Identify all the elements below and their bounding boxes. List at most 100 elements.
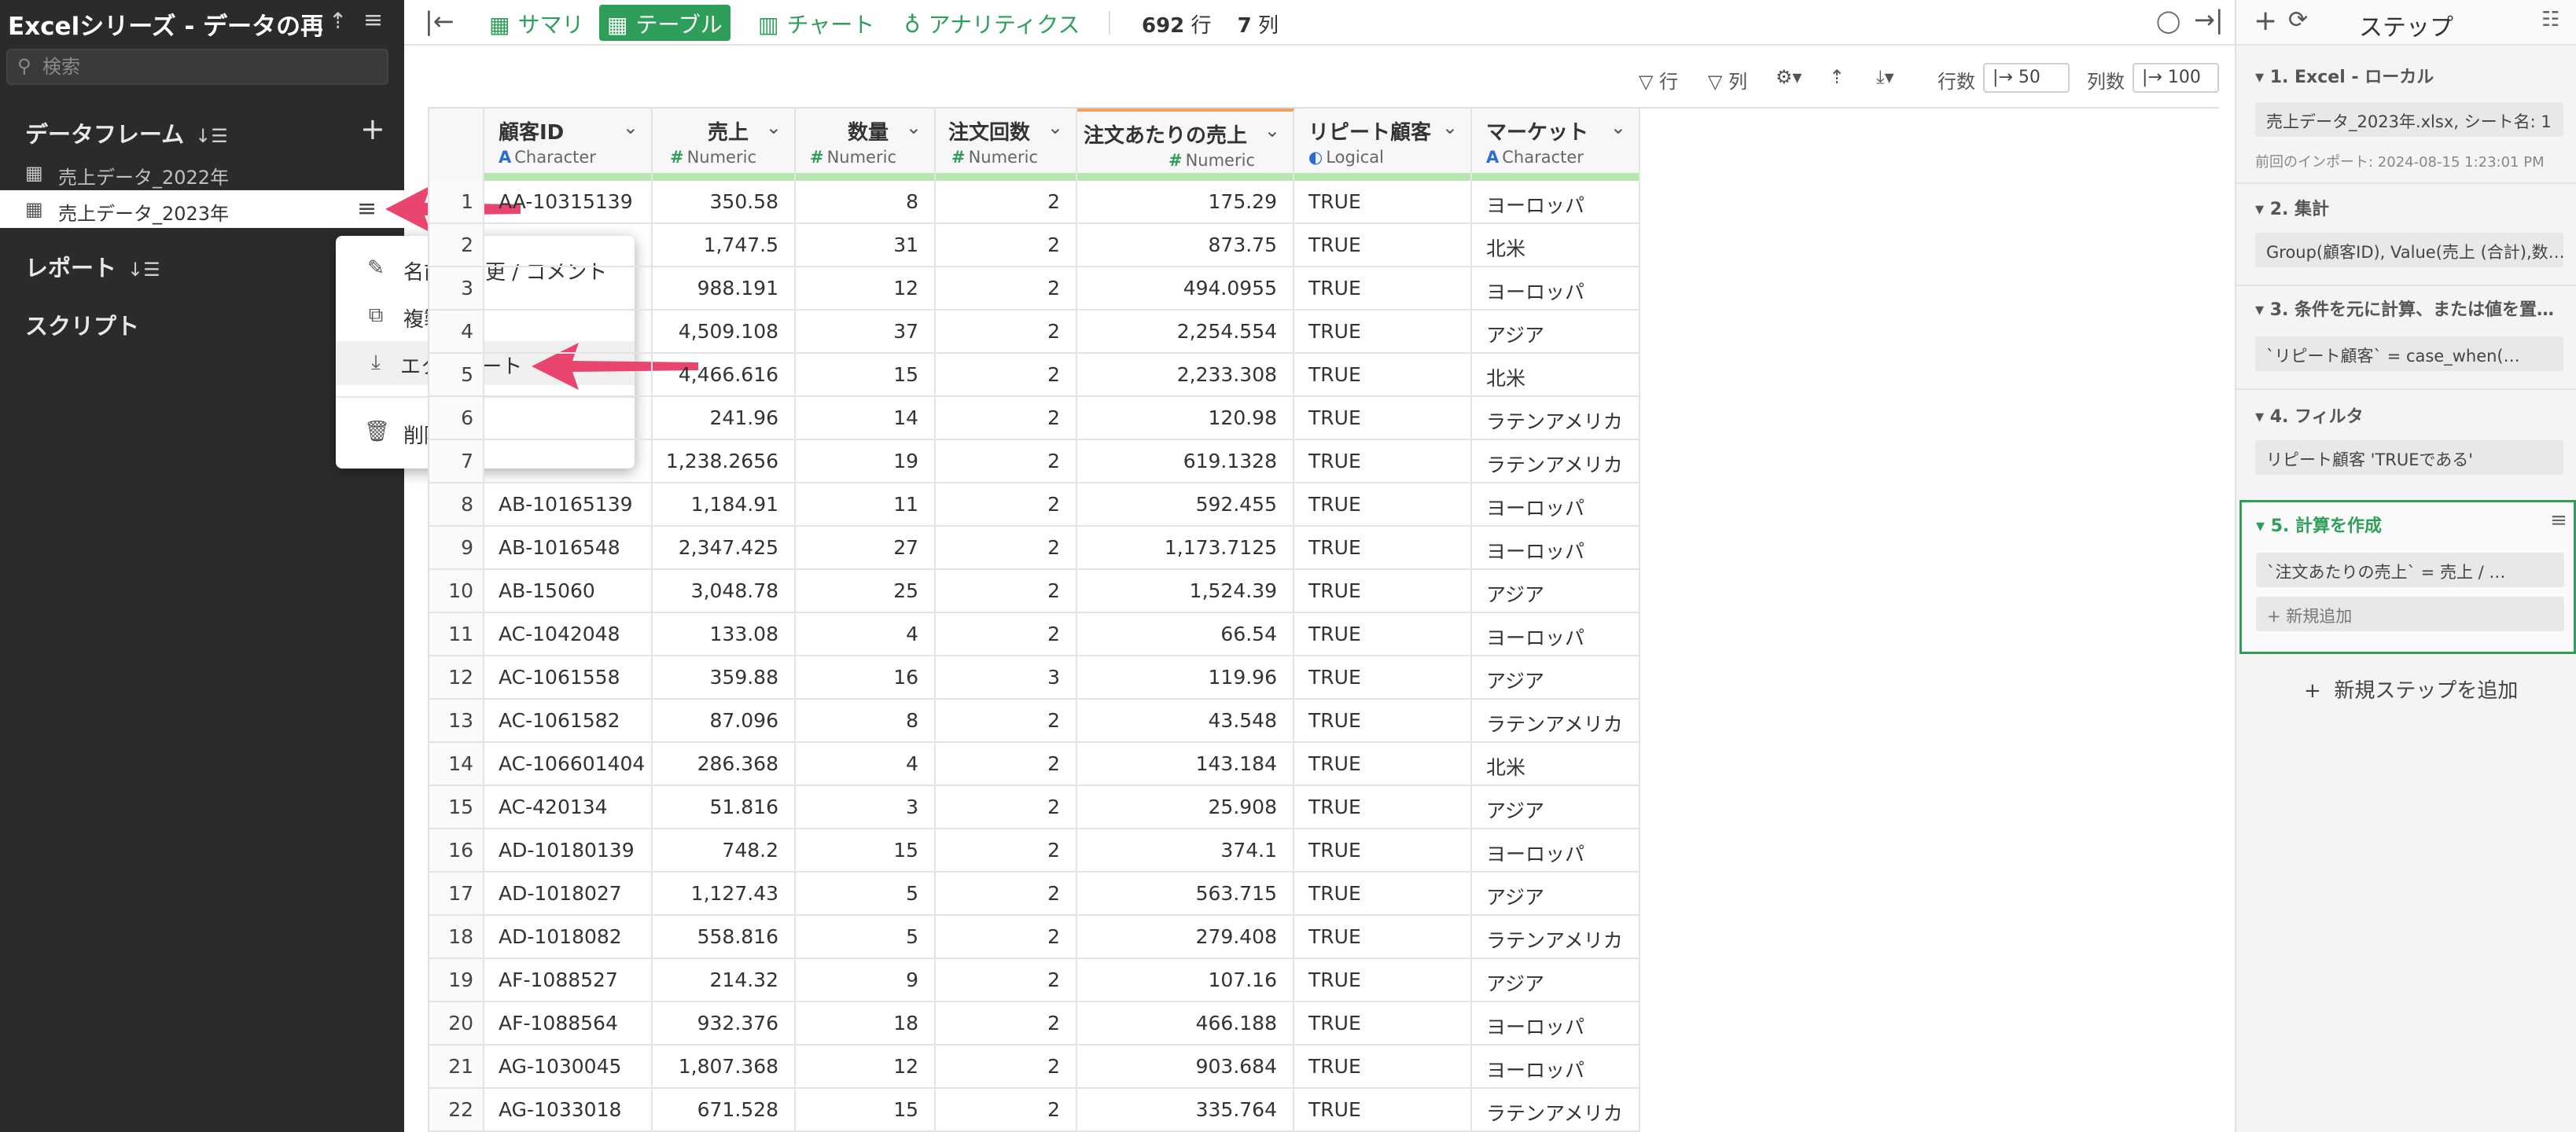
table-cell[interactable] (484, 267, 653, 311)
table-cell[interactable]: 8 (796, 181, 936, 224)
download-dropdown[interactable]: ⤓▾ (1876, 66, 1894, 88)
table-cell[interactable] (484, 354, 653, 397)
table-cell[interactable]: 133.08 (653, 613, 796, 656)
table-cell[interactable]: 2 (936, 267, 1077, 311)
table-cell[interactable]: アジア (1472, 786, 1640, 829)
table-cell[interactable]: 494.0955 (1077, 267, 1294, 311)
table-cell[interactable]: 25.908 (1077, 786, 1294, 829)
table-cell[interactable]: 335.764 (1077, 1089, 1294, 1132)
table-cell[interactable]: 592.455 (1077, 483, 1294, 527)
add-dataframe-icon[interactable]: + (360, 112, 385, 146)
table-cell[interactable]: ヨーロッパ (1472, 1002, 1640, 1046)
add-new-button[interactable]: + 新規追加 (2256, 597, 2564, 631)
table-cell[interactable]: 北米 (1472, 224, 1640, 267)
step-header[interactable]: ▾ 2. 集計 (2255, 195, 2329, 220)
table-cell[interactable]: 241.96 (653, 397, 796, 440)
chevron-down-icon[interactable]: ⌄ (1442, 116, 1458, 138)
table-cell[interactable]: TRUE (1294, 181, 1472, 224)
table-cell[interactable] (484, 224, 653, 267)
step-header[interactable]: ▾ 5. 計算を作成 (2256, 512, 2382, 537)
table-cell[interactable]: 2 (936, 873, 1077, 916)
chevron-down-icon[interactable]: ⌄ (1264, 119, 1280, 142)
table-cell[interactable]: TRUE (1294, 873, 1472, 916)
table-cell[interactable]: 3 (796, 786, 936, 829)
table-cell[interactable]: 25 (796, 570, 936, 613)
table-cell[interactable] (484, 311, 653, 354)
chevron-down-icon[interactable]: ⌄ (1047, 116, 1063, 138)
table-cell[interactable]: 87.096 (653, 700, 796, 743)
table-cell[interactable]: 1,747.5 (653, 224, 796, 267)
table-cell[interactable]: 1,807.368 (653, 1046, 796, 1089)
table-cell[interactable]: 2 (936, 311, 1077, 354)
table-cell[interactable]: AB-10165139 (484, 483, 653, 527)
table-cell[interactable]: 279.408 (1077, 916, 1294, 959)
table-cell[interactable]: ラテンアメリカ (1472, 916, 1640, 959)
step-content[interactable]: リピート顧客 'TRUEである' (2255, 440, 2563, 475)
step-1[interactable]: ▾ 1. Excel - ローカル 売上データ_2023年.xlsx, シート名… (2249, 63, 2567, 181)
table-cell[interactable]: 北米 (1472, 743, 1640, 786)
table-cell[interactable]: 2 (936, 397, 1077, 440)
table-cell[interactable]: TRUE (1294, 354, 1472, 397)
table-cell[interactable]: TRUE (1294, 743, 1472, 786)
table-cell[interactable]: 1,238.2656 (653, 440, 796, 483)
tab-chart[interactable]: ▥ チャート (750, 5, 882, 41)
table-cell[interactable]: 2 (936, 181, 1077, 224)
project-title[interactable]: Excelシリーズ - データの再… (8, 6, 322, 42)
table-cell[interactable]: 3 (936, 656, 1077, 700)
table-cell[interactable]: 1,524.39 (1077, 570, 1294, 613)
table-cell[interactable]: 2 (936, 483, 1077, 527)
table-cell[interactable]: ヨーロッパ (1472, 829, 1640, 873)
upload-button[interactable]: ⇡ (1829, 66, 1845, 88)
table-cell[interactable]: TRUE (1294, 916, 1472, 959)
table-cell[interactable]: 2 (936, 354, 1077, 397)
table-cell[interactable]: 11 (796, 483, 936, 527)
step-content[interactable]: Group(顧客ID), Value(売上 (合計),数… (2255, 233, 2563, 267)
column-header[interactable]: 注文あたりの売上 ⌄ # Numeric (1077, 108, 1294, 181)
table-cell[interactable]: AB-15060 (484, 570, 653, 613)
table-cell[interactable]: 37 (796, 311, 936, 354)
table-cell[interactable]: アジア (1472, 311, 1640, 354)
table-cell[interactable]: TRUE (1294, 1002, 1472, 1046)
table-cell[interactable]: 15 (796, 1089, 936, 1132)
chevron-down-icon[interactable]: ⌄ (623, 116, 638, 138)
table-cell[interactable]: 8 (796, 700, 936, 743)
table-cell[interactable]: 4,466.616 (653, 354, 796, 397)
step-menu-icon[interactable]: ≡ (2550, 509, 2567, 532)
columns-limit-input[interactable]: |→ 100 (2133, 63, 2219, 93)
table-cell[interactable]: AC-420134 (484, 786, 653, 829)
table-cell[interactable]: 14 (796, 397, 936, 440)
dataframes-section[interactable]: データフレーム ↓☰ (25, 116, 228, 149)
table-cell[interactable]: TRUE (1294, 570, 1472, 613)
table-cell[interactable]: TRUE (1294, 224, 1472, 267)
collapse-right-icon[interactable]: →| (2194, 5, 2224, 35)
table-cell[interactable]: 2 (936, 440, 1077, 483)
table-cell[interactable]: ヨーロッパ (1472, 1046, 1640, 1089)
table-cell[interactable]: 466.188 (1077, 1002, 1294, 1046)
column-header[interactable]: 顧客ID ⌄ A Character (484, 108, 653, 181)
table-cell[interactable]: TRUE (1294, 959, 1472, 1002)
column-header[interactable]: 売上 ⌄ # Numeric (653, 108, 796, 181)
chevron-down-icon[interactable]: ⌄ (1610, 116, 1626, 138)
table-cell[interactable]: TRUE (1294, 700, 1472, 743)
table-cell[interactable]: 2 (936, 1089, 1077, 1132)
table-cell[interactable]: AB-1016548 (484, 527, 653, 570)
table-cell[interactable]: 2 (936, 959, 1077, 1002)
table-cell[interactable]: 107.16 (1077, 959, 1294, 1002)
table-cell[interactable]: TRUE (1294, 1046, 1472, 1089)
table-cell[interactable]: AC-1061582 (484, 700, 653, 743)
table-cell[interactable]: アジア (1472, 570, 1640, 613)
add-icon[interactable]: + (2254, 5, 2277, 37)
table-cell[interactable]: 748.2 (653, 829, 796, 873)
table-cell[interactable]: 175.29 (1077, 181, 1294, 224)
table-cell[interactable]: TRUE (1294, 397, 1472, 440)
table-cell[interactable]: 15 (796, 354, 936, 397)
table-cell[interactable]: 51.816 (653, 786, 796, 829)
collapse-left-icon[interactable]: |← (425, 6, 454, 36)
column-header[interactable]: マーケット ⌄ A Character (1472, 108, 1640, 181)
table-cell[interactable]: AG-1030045 (484, 1046, 653, 1089)
table-cell[interactable]: 16 (796, 656, 936, 700)
table-cell[interactable]: 4 (796, 743, 936, 786)
table-cell[interactable]: 18 (796, 1002, 936, 1046)
table-cell[interactable]: 2 (936, 743, 1077, 786)
sort-icon[interactable]: ↓☰ (127, 259, 160, 281)
